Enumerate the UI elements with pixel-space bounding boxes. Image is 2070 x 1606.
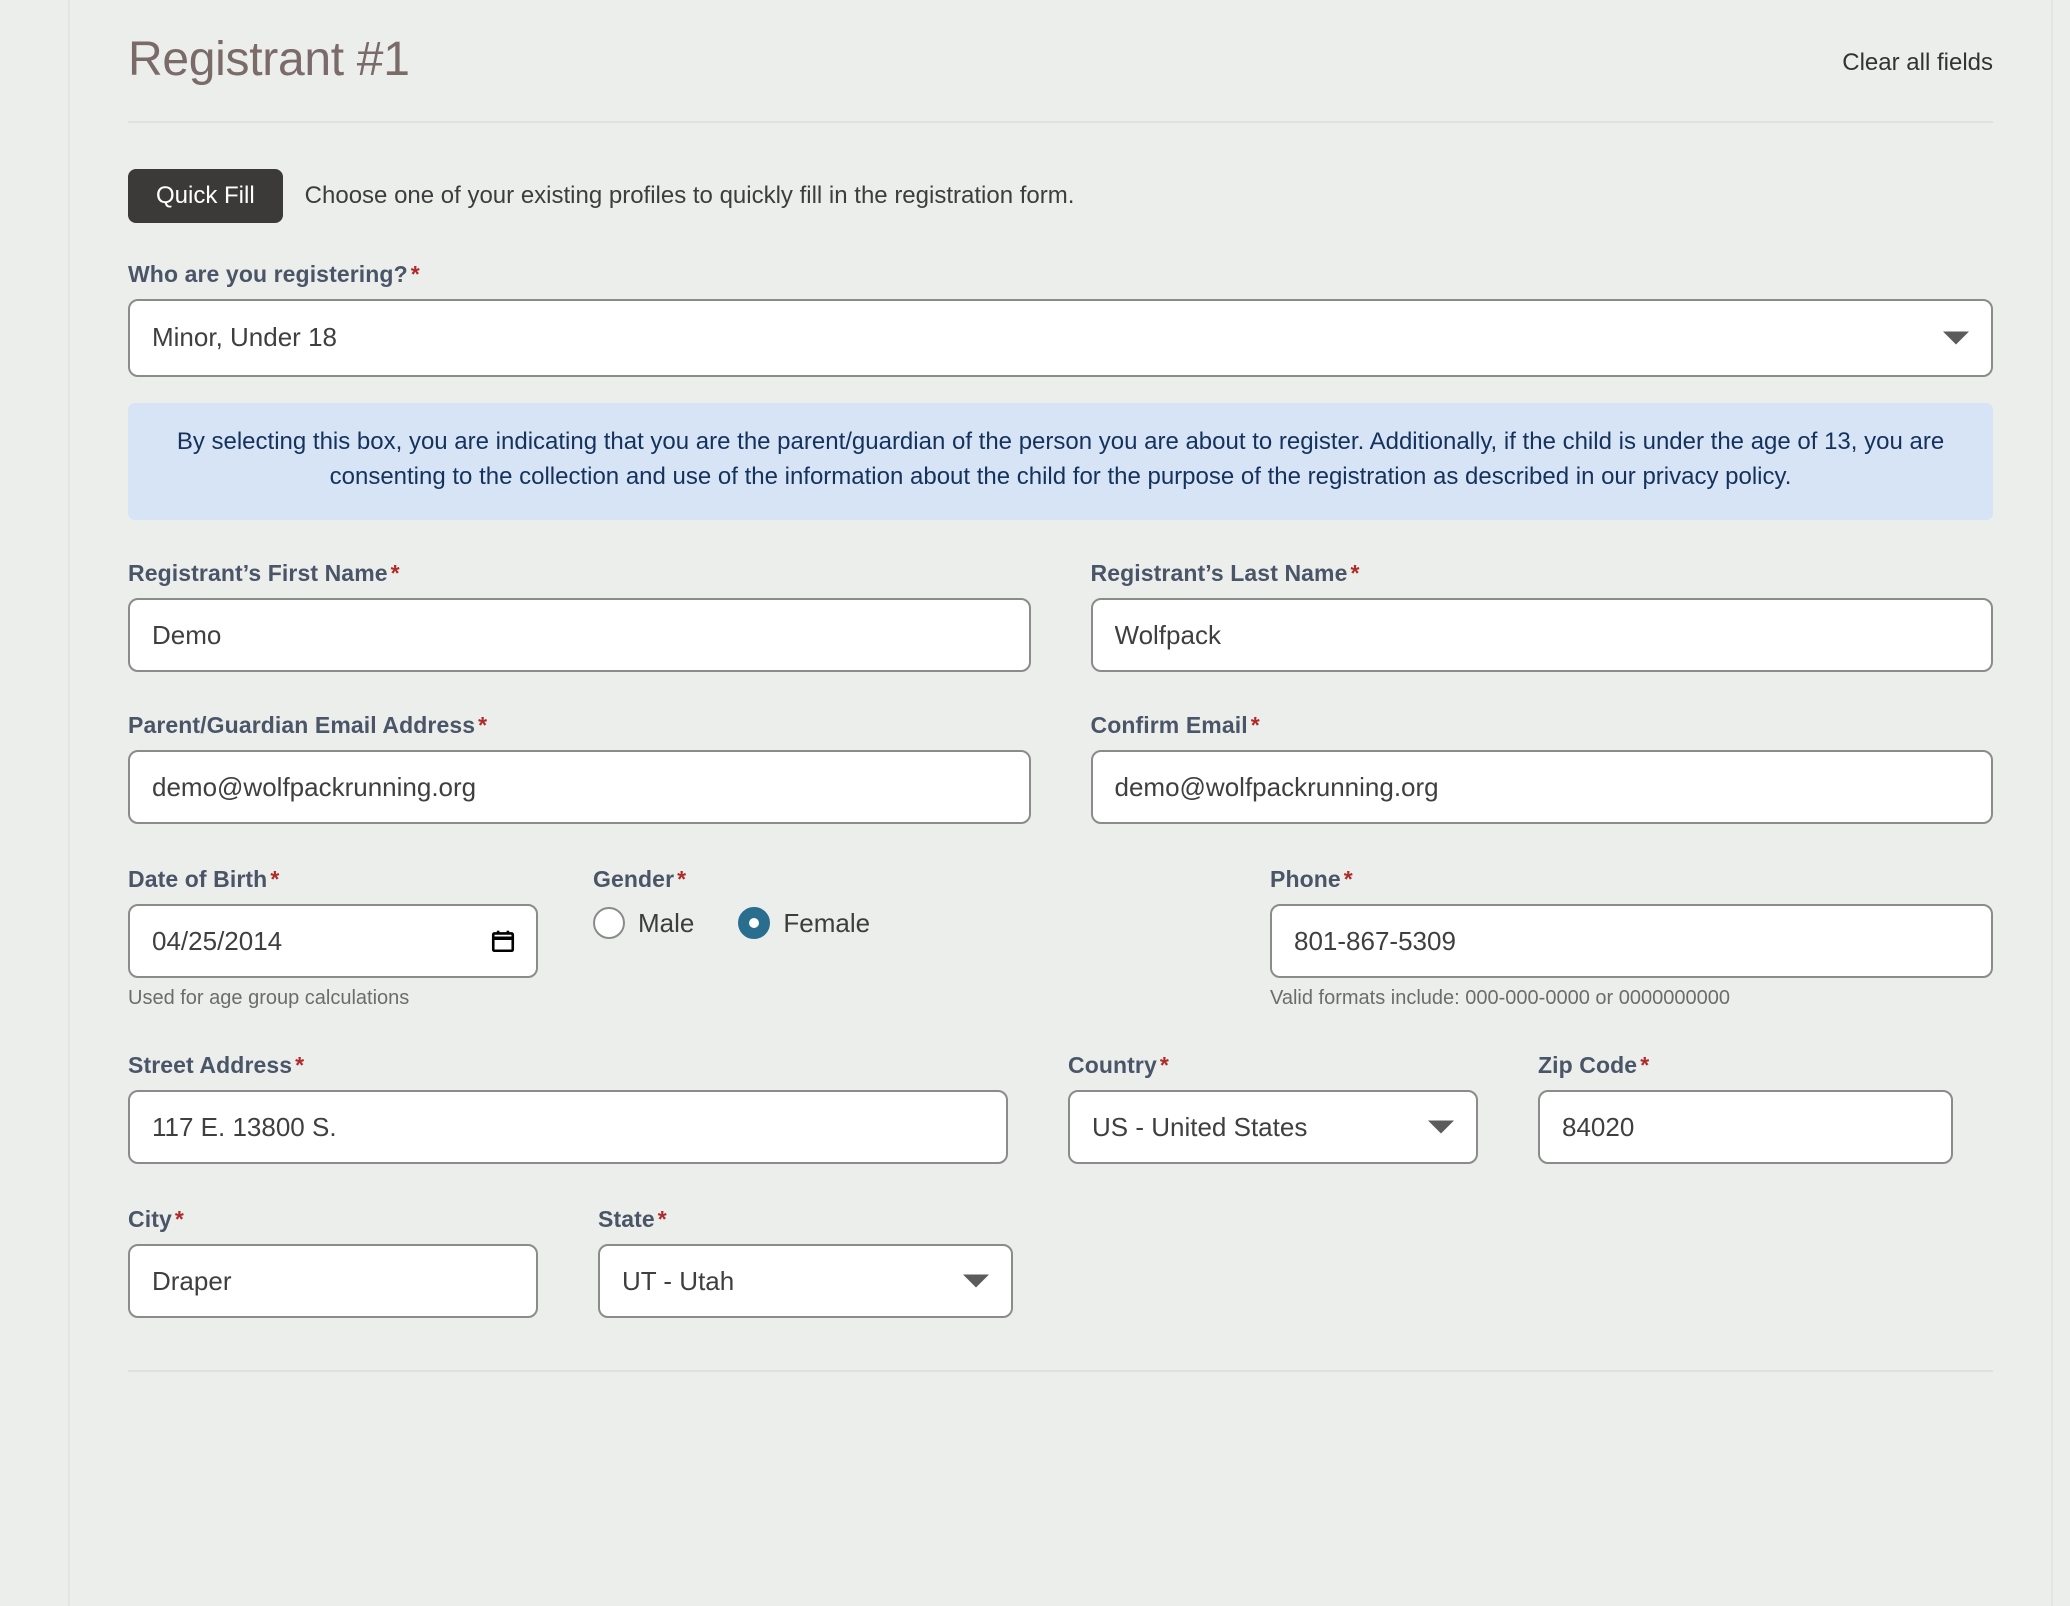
country-label: Country * bbox=[1068, 1052, 1478, 1079]
dob-gender-phone-row: Date of Birth* Used for age group calcul… bbox=[128, 866, 1993, 1010]
phone-field: Phone* Valid formats include: 000-000-00… bbox=[1270, 866, 1993, 1010]
street-address-field: Street Address * bbox=[128, 1052, 1008, 1165]
phone-label: Phone * bbox=[1270, 866, 1993, 893]
city-input[interactable] bbox=[128, 1244, 538, 1319]
zip-code-input[interactable] bbox=[1538, 1090, 1953, 1165]
gender-option-female[interactable]: Female bbox=[738, 907, 871, 940]
zip-code-label-text: Zip Code bbox=[1538, 1052, 1638, 1079]
registrant-form: Registrant #1 Clear all fields Quick Fil… bbox=[70, 0, 2051, 1606]
date-of-birth-label: Date of Birth * bbox=[128, 866, 538, 893]
header-divider bbox=[128, 120, 1993, 123]
city-label: City * bbox=[128, 1206, 538, 1233]
who-registering-field: Who are you registering? * Minor, Under 1… bbox=[128, 261, 1993, 377]
country-value: US - United States bbox=[1092, 1111, 1308, 1142]
form-header: Registrant #1 Clear all fields bbox=[128, 0, 1993, 87]
required-asterisk: * bbox=[390, 560, 400, 587]
required-asterisk: * bbox=[1350, 560, 1360, 587]
zip-code-field: Zip Code * bbox=[1538, 1052, 1953, 1165]
first-name-input[interactable] bbox=[128, 598, 1031, 673]
who-registering-label-text: Who are you registering? bbox=[128, 260, 408, 287]
confirm-email-field: Confirm Email * bbox=[1090, 712, 1994, 825]
email-field: Parent/Guardian Email Address * bbox=[128, 712, 1031, 825]
country-label-text: Country bbox=[1068, 1052, 1157, 1079]
registration-page: Registrant #1 Clear all fields Quick Fil… bbox=[0, 0, 2070, 1606]
city-label-text: City bbox=[128, 1206, 172, 1233]
zip-code-label: Zip Code * bbox=[1538, 1052, 1953, 1079]
required-asterisk: * bbox=[478, 712, 488, 739]
gender-label-text: Gender bbox=[593, 866, 675, 893]
street-address-label: Street Address * bbox=[128, 1052, 1008, 1079]
confirm-email-label: Confirm Email * bbox=[1091, 712, 1994, 739]
date-of-birth-input[interactable] bbox=[128, 904, 538, 979]
required-asterisk: * bbox=[657, 1206, 667, 1233]
required-asterisk: * bbox=[1159, 1052, 1169, 1079]
date-of-birth-help: Used for age group calculations bbox=[128, 987, 410, 1010]
country-field: Country * US - United States bbox=[1068, 1052, 1478, 1165]
date-of-birth-label-text: Date of Birth bbox=[128, 866, 268, 893]
gender-option-male[interactable]: Male bbox=[593, 907, 695, 940]
required-asterisk: * bbox=[677, 866, 687, 893]
quick-fill-row: Quick Fill Choose one of your existing p… bbox=[128, 168, 1993, 223]
state-label: State * bbox=[598, 1206, 1013, 1233]
state-value: UT - Utah bbox=[622, 1265, 735, 1296]
gender-radio-group: Male Female bbox=[593, 907, 1163, 940]
email-label: Parent/Guardian Email Address * bbox=[128, 712, 1031, 739]
first-name-label-text: Registrant’s First Name bbox=[128, 560, 388, 587]
radio-icon-male[interactable] bbox=[593, 907, 625, 940]
who-registering-label: Who are you registering? * bbox=[128, 261, 1993, 288]
gender-option-female-label: Female bbox=[783, 907, 871, 938]
required-asterisk: * bbox=[410, 260, 420, 287]
gender-field: Gender * Male Female bbox=[593, 866, 1163, 940]
date-of-birth-input-wrap bbox=[128, 904, 538, 979]
quick-fill-note: Choose one of your existing profiles to … bbox=[304, 181, 1075, 209]
chevron-down-icon bbox=[1428, 1120, 1454, 1134]
email-label-text: Parent/Guardian Email Address bbox=[128, 712, 476, 739]
gender-option-male-label: Male bbox=[638, 907, 695, 938]
last-name-field: Registrant’s Last Name * bbox=[1090, 560, 1994, 673]
state-field: State * UT - Utah bbox=[598, 1206, 1013, 1319]
right-rule bbox=[2051, 0, 2053, 1606]
first-name-field: Registrant’s First Name * bbox=[128, 560, 1031, 673]
city-state-row: City* State* UT - Utah bbox=[128, 1206, 1993, 1319]
chevron-down-icon bbox=[1943, 331, 1969, 345]
clear-all-fields-link[interactable]: Clear all fields bbox=[1842, 49, 1993, 87]
radio-icon-female[interactable] bbox=[738, 907, 771, 940]
quick-fill-button[interactable]: Quick Fill bbox=[128, 168, 283, 223]
street-address-input[interactable] bbox=[128, 1090, 1008, 1165]
phone-label-text: Phone bbox=[1270, 866, 1341, 893]
page-title: Registrant #1 bbox=[128, 33, 410, 86]
required-asterisk: * bbox=[1640, 1052, 1650, 1079]
country-select[interactable]: US - United States bbox=[1068, 1090, 1478, 1165]
chevron-down-icon bbox=[963, 1274, 989, 1288]
required-asterisk: * bbox=[1250, 712, 1260, 739]
required-asterisk: * bbox=[1343, 866, 1353, 893]
last-name-input[interactable] bbox=[1090, 598, 1993, 673]
gender-label: Gender * bbox=[593, 866, 1163, 893]
state-select[interactable]: UT - Utah bbox=[598, 1244, 1013, 1319]
street-address-label-text: Street Address bbox=[128, 1052, 293, 1079]
city-field: City * bbox=[128, 1206, 538, 1319]
name-row: Registrant’s First Name* Registrant’s La… bbox=[128, 560, 1994, 673]
last-name-label-text: Registrant’s Last Name bbox=[1090, 560, 1348, 587]
required-asterisk: * bbox=[295, 1052, 305, 1079]
parent-guardian-notice: By selecting this box, you are indicatin… bbox=[128, 402, 1993, 521]
phone-input[interactable] bbox=[1270, 904, 1993, 979]
email-row: Parent/Guardian Email Address* Confirm E… bbox=[128, 712, 1994, 825]
confirm-email-input[interactable] bbox=[1090, 750, 1993, 825]
required-asterisk: * bbox=[174, 1206, 184, 1233]
first-name-label: Registrant’s First Name * bbox=[128, 560, 1031, 587]
last-name-label: Registrant’s Last Name * bbox=[1091, 560, 1994, 587]
who-registering-select[interactable]: Minor, Under 18 bbox=[128, 298, 1993, 377]
email-input[interactable] bbox=[128, 750, 1031, 825]
address-row: Street Address* Country* US - United Sta… bbox=[128, 1052, 1993, 1165]
state-label-text: State bbox=[598, 1206, 655, 1233]
phone-help: Valid formats include: 000-000-0000 or 0… bbox=[1270, 987, 1730, 1010]
who-registering-value: Minor, Under 18 bbox=[152, 322, 337, 353]
confirm-email-label-text: Confirm Email bbox=[1090, 712, 1248, 739]
date-of-birth-field: Date of Birth* Used for age group calcul… bbox=[128, 866, 538, 1010]
form-bottom-divider bbox=[128, 1370, 1993, 1373]
required-asterisk: * bbox=[270, 866, 280, 893]
